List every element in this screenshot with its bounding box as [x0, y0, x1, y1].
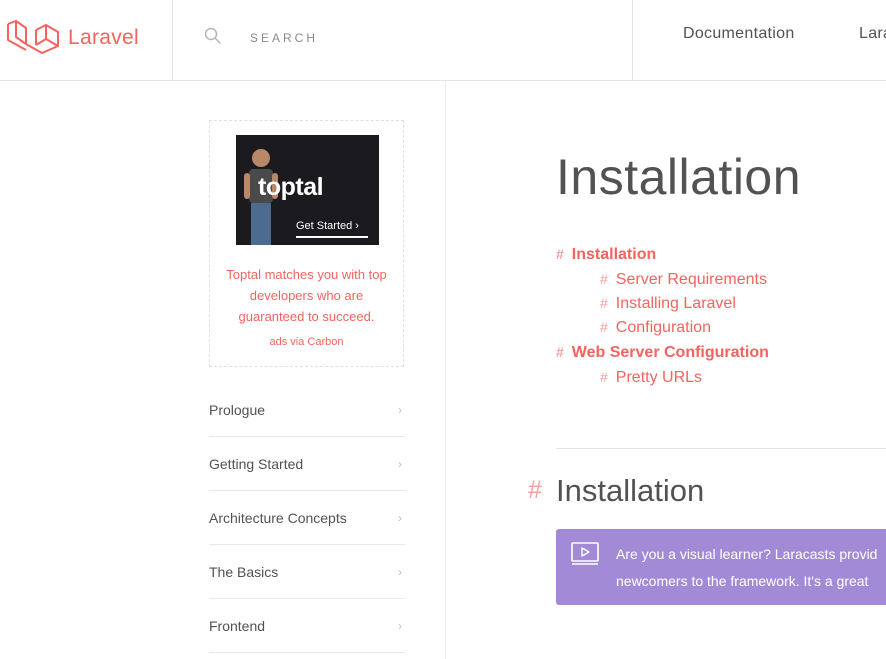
toc-item-web-server-configuration[interactable]: # Web Server Configuration: [556, 344, 769, 362]
sidebar-item-the-basics[interactable]: The Basics ›: [209, 545, 406, 599]
toc-item-configuration[interactable]: # Configuration: [600, 319, 711, 337]
ad-brand: toptal: [258, 173, 324, 201]
sidebar-item-getting-started[interactable]: Getting Started ›: [209, 437, 406, 491]
nav-laracasts[interactable]: Lara: [859, 25, 886, 43]
toc-item-installing-laravel[interactable]: # Installing Laravel: [600, 295, 736, 313]
video-icon: [571, 542, 599, 571]
section-title: Installation: [556, 473, 705, 508]
chevron-right-icon: ›: [398, 511, 402, 525]
carbon-ad: toptal Get Started › Toptal matches you …: [209, 120, 404, 367]
chevron-right-icon: ›: [398, 457, 402, 471]
toc-item-installation[interactable]: # Installation: [556, 246, 656, 264]
top-header: Laravel Documentation Lara: [0, 0, 886, 81]
chevron-right-icon: ›: [398, 565, 402, 579]
toc-item-pretty-urls[interactable]: # Pretty URLs: [600, 369, 702, 387]
chevron-right-icon: ›: [398, 403, 402, 417]
sidebar-item-architecture-concepts[interactable]: Architecture Concepts ›: [209, 491, 406, 545]
toc-label: Pretty URLs: [615, 369, 703, 386]
hash-icon: #: [556, 344, 564, 360]
ad-via-link[interactable]: ads via Carbon: [210, 336, 403, 348]
hash-icon: #: [600, 319, 608, 335]
toc-item-server-requirements[interactable]: # Server Requirements: [600, 271, 767, 289]
ad-cta: Get Started ›: [296, 220, 359, 232]
toc-label: Installing Laravel: [615, 295, 736, 312]
toc-label: Server Requirements: [615, 271, 767, 288]
hash-icon: #: [600, 271, 608, 287]
ad-text[interactable]: Toptal matches you with top developers w…: [220, 264, 393, 327]
chevron-right-icon: ›: [398, 619, 402, 633]
sidebar-nav: Prologue › Getting Started › Architectur…: [209, 383, 406, 653]
toc-label: Configuration: [615, 319, 711, 336]
sidebar-item-label: Architecture Concepts: [209, 510, 347, 526]
sidebar-item-label: Prologue: [209, 402, 266, 418]
hash-icon: #: [556, 246, 564, 262]
toc-label: Web Server Configuration: [571, 344, 769, 361]
hash-icon: #: [600, 295, 608, 311]
search-input[interactable]: [250, 27, 610, 49]
callout-line: newcomers to the framework. It's a great: [616, 573, 869, 589]
section-anchor-link[interactable]: #: [528, 476, 542, 505]
laravel-logo[interactable]: Laravel: [6, 18, 139, 58]
header-divider: [172, 0, 173, 80]
sidebar-item-label: The Basics: [209, 564, 279, 580]
ad-cta-underline: [296, 236, 368, 238]
page-title: Installation: [556, 149, 802, 205]
header-divider: [632, 0, 633, 80]
hash-icon: #: [600, 369, 608, 385]
ad-image[interactable]: toptal Get Started ›: [236, 135, 379, 245]
toc-label: Installation: [571, 246, 657, 263]
sidebar-item-prologue[interactable]: Prologue ›: [209, 383, 406, 437]
laravel-logo-icon: [7, 20, 59, 54]
laracasts-callout: Are you a visual learner? Laracasts prov…: [556, 529, 886, 605]
sidebar-border: [445, 81, 446, 659]
search-icon[interactable]: [204, 27, 222, 50]
sidebar-item-label: Getting Started: [209, 456, 304, 472]
callout-text: Are you a visual learner? Laracasts prov…: [616, 541, 886, 595]
sidebar-item-label: Frontend: [209, 618, 266, 634]
sidebar-item-frontend[interactable]: Frontend ›: [209, 599, 406, 653]
logo-text: Laravel: [68, 26, 139, 49]
callout-line: Are you a visual learner? Laracasts prov…: [616, 546, 878, 562]
nav-documentation[interactable]: Documentation: [683, 25, 795, 43]
section-divider: [556, 448, 886, 449]
